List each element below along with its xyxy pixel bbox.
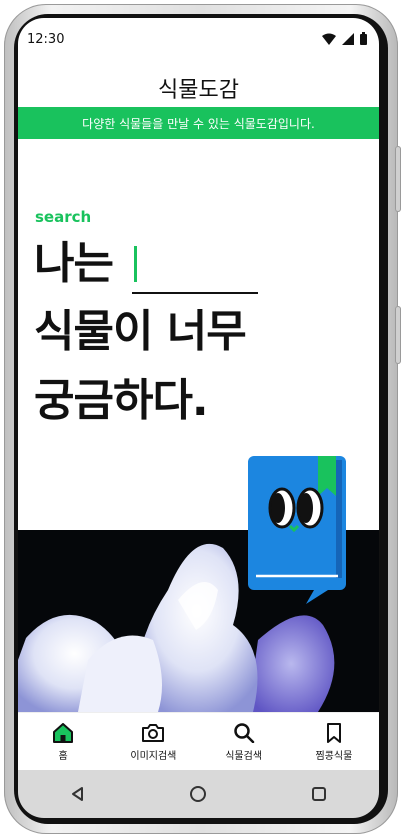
- headline-line-3: 궁금하다.: [34, 375, 209, 426]
- tab-home[interactable]: 홈: [18, 713, 108, 770]
- search-eyebrow: search: [35, 208, 92, 226]
- back-icon[interactable]: [70, 786, 86, 802]
- camera-icon: [142, 723, 165, 742]
- system-nav-bar: [18, 770, 379, 818]
- headline-line-2: 식물이 너무: [34, 306, 247, 357]
- tab-favorites-label: 찜콩식물: [315, 750, 353, 762]
- signal-icon: [342, 32, 354, 45]
- banner-text: 다양한 식물들을 만날 수 있는 식물도감입니다.: [82, 116, 315, 131]
- search-icon: [233, 722, 254, 743]
- info-banner: 다양한 식물들을 만날 수 있는 식물도감입니다.: [18, 107, 379, 139]
- wifi-icon: [322, 33, 336, 45]
- app-title: 식물도감: [158, 78, 239, 103]
- power-button: [395, 306, 401, 364]
- tab-plant-search[interactable]: 식물검색: [199, 713, 289, 770]
- battery-icon: [360, 32, 367, 45]
- tab-image-search[interactable]: 이미지검색: [108, 713, 198, 770]
- home-icon: [53, 722, 74, 743]
- search-blank-input[interactable]: [132, 242, 258, 294]
- tab-plant-search-label: 식물검색: [225, 750, 263, 762]
- home-button-icon[interactable]: [189, 785, 207, 803]
- book-mascot: [248, 456, 350, 608]
- status-bar: 12:30: [18, 18, 379, 58]
- text-caret: [134, 246, 137, 282]
- app-screen: 12:30 식물도감 다양한 식물들을 만날 수 있는 식물도감입니다. sea…: [18, 18, 379, 770]
- bottom-tab-bar: 홈 이미지검색 식물검색 찜콩식물: [18, 712, 379, 770]
- recents-icon[interactable]: [311, 786, 327, 802]
- bookmark-icon: [326, 722, 341, 743]
- volume-button: [395, 146, 401, 212]
- headline-line-1: 나는: [34, 238, 114, 289]
- tab-favorites[interactable]: 찜콩식물: [289, 713, 379, 770]
- tab-image-search-label: 이미지검색: [130, 750, 177, 762]
- status-time: 12:30: [27, 32, 65, 47]
- tab-home-label: 홈: [58, 750, 68, 762]
